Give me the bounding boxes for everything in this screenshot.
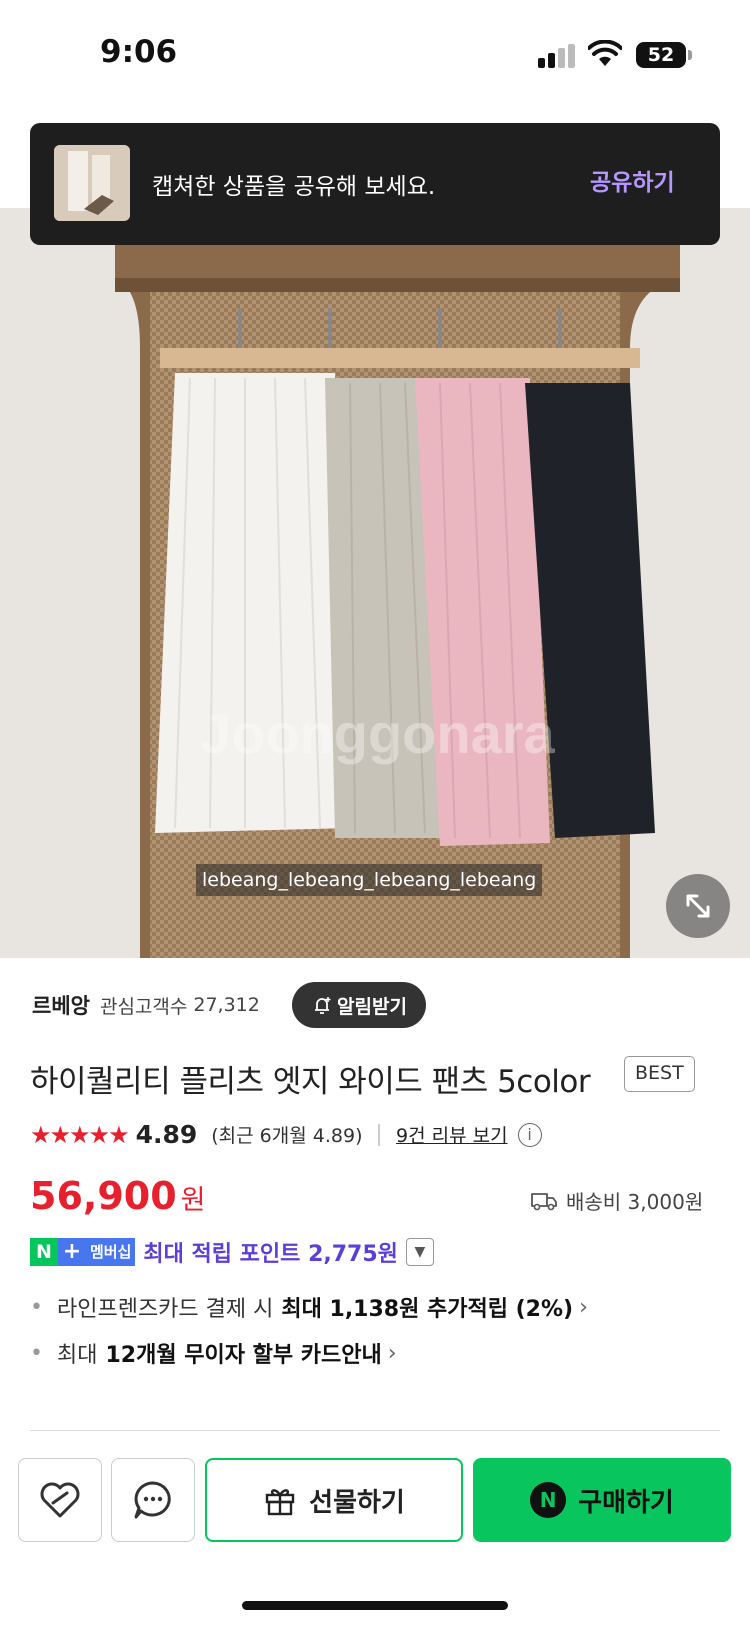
heart-icon xyxy=(40,1482,80,1518)
truck-icon xyxy=(531,1192,557,1210)
benefit-card-points[interactable]: • 라인프렌즈카드 결제 시 최대 1,138원 추가적립 (2%) › xyxy=(30,1291,588,1323)
benefit-prefix: 라인프렌즈카드 결제 시 xyxy=(56,1297,274,1322)
product-photo-illustration: Joonggonara xyxy=(0,208,750,958)
buy-button-label: 구매하기 xyxy=(578,1487,674,1518)
watermark-label: lebeang_lebeang_lebeang_lebeang xyxy=(196,864,543,896)
share-toast: 캡쳐한 상품을 공유해 보세요. 공유하기 xyxy=(30,123,720,245)
price: 56,900 원 xyxy=(30,1174,205,1218)
expand-icon[interactable] xyxy=(666,874,730,938)
share-button[interactable]: 공유하기 xyxy=(590,163,675,197)
status-bar: 9:06 52 xyxy=(0,0,750,110)
captured-thumbnail xyxy=(54,145,130,221)
benefit-highlight: 12개월 무이자 할부 카드안내 xyxy=(105,1343,382,1368)
talk-button[interactable] xyxy=(111,1458,195,1542)
plus-badge: + xyxy=(58,1238,86,1266)
membership-row[interactable]: N + 멤버십 최대 적립 포인트 2,775원 ▼ xyxy=(30,1236,434,1268)
rating-score: 4.89 xyxy=(135,1120,198,1149)
shipping-info: 배송비 3,000원 xyxy=(530,1186,703,1215)
recent-rating: (최근 6개월 4.89) xyxy=(211,1125,363,1147)
star-rating-icon: ★★★★★ xyxy=(30,1120,130,1149)
divider xyxy=(378,1123,380,1146)
wishlist-button[interactable] xyxy=(18,1458,102,1542)
max-points: 최대 적립 포인트 2,775원 xyxy=(143,1242,398,1267)
gift-button[interactable]: 선물하기 xyxy=(205,1458,463,1542)
gift-icon xyxy=(265,1489,295,1516)
membership-label: 멤버십 xyxy=(86,1238,136,1266)
chevron-down-icon[interactable]: ▼ xyxy=(405,1238,434,1266)
chevron-right-icon: › xyxy=(579,1294,588,1320)
signal-icon xyxy=(538,44,576,68)
rating-row: ★★★★★ 4.89 (최근 6개월 4.89) 9건 리뷰 보기 i xyxy=(30,1120,542,1149)
follower-count: 27,312 xyxy=(193,994,260,1016)
buy-button[interactable]: N 구매하기 xyxy=(473,1458,731,1542)
best-badge: BEST xyxy=(624,1056,695,1092)
price-unit: 원 xyxy=(180,1185,206,1216)
alarm-button[interactable]: 알림받기 xyxy=(292,982,426,1028)
home-indicator xyxy=(242,1601,508,1610)
battery-icon: 52 xyxy=(636,42,686,68)
gift-button-label: 선물하기 xyxy=(309,1487,405,1518)
npay-icon: N xyxy=(530,1482,567,1518)
product-photo[interactable]: Joonggonara lebeang_lebeang_lebeang_lebe… xyxy=(0,208,750,958)
bullet: • xyxy=(30,1340,43,1366)
info-icon[interactable]: i xyxy=(517,1122,542,1147)
benefit-highlight: 최대 1,138원 추가적립 (2%) xyxy=(281,1297,574,1322)
seller-info: 르베앙 관심고객수 27,312 xyxy=(32,990,260,1020)
bell-plus-icon xyxy=(315,997,331,1014)
price-value: 56,900 xyxy=(30,1174,177,1218)
toast-message: 캡쳐한 상품을 공유해 보세요. xyxy=(152,174,436,200)
bottom-action-bar: 선물하기 N 구매하기 xyxy=(0,1440,750,1626)
battery-tip xyxy=(688,50,692,60)
chat-bubble-icon xyxy=(134,1481,171,1519)
alarm-button-label: 알림받기 xyxy=(337,995,407,1018)
bullet: • xyxy=(30,1294,43,1320)
benefit-prefix: 최대 xyxy=(56,1343,98,1368)
benefit-installment[interactable]: • 최대 12개월 무이자 할부 카드안내 › xyxy=(30,1337,397,1369)
status-time: 9:06 xyxy=(100,34,178,70)
product-title: 하이퀄리티 플리츠 엣지 와이드 팬츠 5color xyxy=(30,1064,591,1100)
section-divider xyxy=(30,1430,720,1431)
wifi-icon xyxy=(588,40,622,66)
shipping-fee: 배송비 3,000원 xyxy=(566,1190,704,1214)
review-link[interactable]: 9건 리뷰 보기 xyxy=(396,1121,508,1148)
svg-text:Joonggonara: Joonggonara xyxy=(200,702,556,765)
seller-name[interactable]: 르베앙 xyxy=(32,990,90,1020)
chevron-right-icon: › xyxy=(387,1340,397,1366)
follower-label: 관심고객수 xyxy=(99,995,188,1018)
naver-n-badge: N xyxy=(30,1238,58,1266)
